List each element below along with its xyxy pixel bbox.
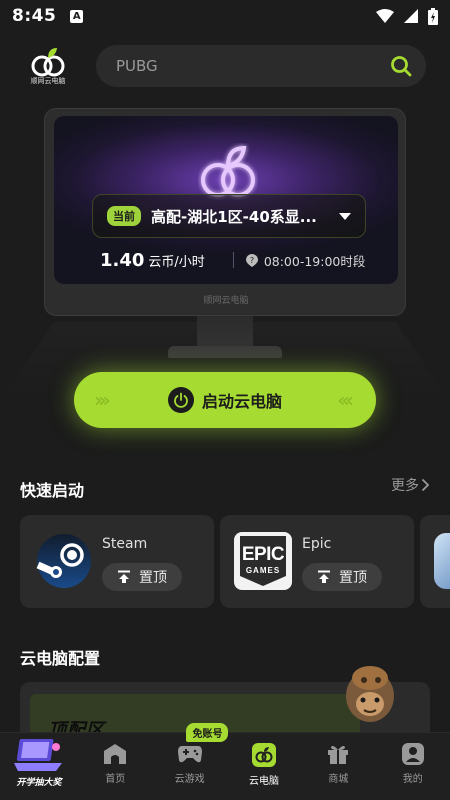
partial-app-icon xyxy=(434,533,450,589)
time-slot-text: 08:00-19:00时段 xyxy=(263,253,366,269)
pin-label: 置顶 xyxy=(139,570,167,586)
wifi-icon xyxy=(376,9,394,23)
tab-cloud-games[interactable]: 免账号 云游戏 xyxy=(152,723,229,800)
more-link[interactable]: 更多 xyxy=(391,475,430,495)
tab-label: 云游戏 xyxy=(174,774,205,785)
tab-cloud-pc[interactable]: 云电脑 xyxy=(227,733,301,800)
status-icons xyxy=(376,7,438,25)
pin-to-top-button[interactable]: 置顶 xyxy=(302,563,382,591)
cloud-pc-icon xyxy=(252,743,277,767)
status-bar: 8:45 A xyxy=(0,0,450,32)
promo-tab[interactable]: 开学抽大奖 xyxy=(0,733,78,800)
config-selector[interactable]: 当前 高配-湖北1区-40系显... xyxy=(92,194,366,238)
tab-label: 首页 xyxy=(105,774,126,785)
status-time: 8:45 xyxy=(12,6,57,26)
tab-home[interactable]: 首页 xyxy=(78,733,152,800)
promo-laptop-icon xyxy=(14,739,63,771)
pin-to-top-button[interactable]: 置顶 xyxy=(102,563,182,591)
location-pin-icon: ? xyxy=(245,253,258,267)
epic-logo-bottom: GAMES xyxy=(245,566,281,575)
shunwang-logo-icon xyxy=(31,48,65,77)
search-bar[interactable] xyxy=(96,45,426,87)
caret-down-icon xyxy=(339,212,351,220)
tab-store[interactable]: 商城 xyxy=(301,733,375,800)
tab-profile[interactable]: 我的 xyxy=(376,733,450,800)
search-input[interactable] xyxy=(116,57,390,75)
user-icon xyxy=(401,743,424,765)
pin-label: 置顶 xyxy=(339,570,367,586)
cloud-pc-monitor: 当前 高配-湖北1区-40系显... 1.40 云币/小时 ? 08:00-19… xyxy=(44,108,406,316)
battery-icon xyxy=(428,7,438,25)
price-value: 1.40 xyxy=(100,249,145,271)
monitor-stand xyxy=(197,316,253,350)
app-logo: 顺网云电脑 xyxy=(26,44,70,88)
home-icon xyxy=(104,744,127,764)
pin-top-icon xyxy=(118,570,130,583)
quick-app-card-steam[interactable]: Steam 置顶 xyxy=(20,515,214,608)
app-name-epic: Epic xyxy=(302,536,332,552)
power-icon xyxy=(167,387,194,413)
cloud-config-title: 云电脑配置 xyxy=(20,649,101,668)
divider xyxy=(232,252,234,268)
price-unit: 云币/小时 xyxy=(148,254,205,270)
monitor-brand: 顺网云电脑 xyxy=(203,296,249,306)
pin-top-icon xyxy=(318,570,330,583)
notification-a-icon: A xyxy=(70,9,84,23)
header: 顺网云电脑 xyxy=(0,44,450,90)
tab-label: 商城 xyxy=(328,774,349,785)
bottom-tab-bar: 开学抽大奖 首页 免账号 云游戏 云电脑 商城 我的 xyxy=(0,723,450,800)
current-badge: 当前 xyxy=(107,206,141,226)
more-label: 更多 xyxy=(391,478,419,494)
quick-launch-title: 快速启动 xyxy=(20,481,85,500)
chevron-right-icon: ››› xyxy=(94,388,111,412)
tab-label: 云电脑 xyxy=(249,776,280,787)
app-name-steam: Steam xyxy=(102,536,148,552)
promo-label: 开学抽大奖 xyxy=(16,778,62,788)
monkey-king-illustration xyxy=(346,666,394,722)
svg-text:?: ? xyxy=(250,256,254,265)
search-icon[interactable] xyxy=(390,55,412,77)
monitor-base xyxy=(168,346,282,358)
logo-text: 顺网云电脑 xyxy=(30,77,66,85)
tab-label: 我的 xyxy=(402,774,423,785)
chevron-right-icon xyxy=(421,478,430,492)
start-button-label: 启动云电脑 xyxy=(201,392,282,411)
steam-icon xyxy=(36,533,92,589)
monitor-screen: 当前 高配-湖北1区-40系显... 1.40 云币/小时 ? 08:00-19… xyxy=(54,116,398,284)
config-name: 高配-湖北1区-40系显... xyxy=(151,207,317,226)
quick-app-card-epic[interactable]: EPIC GAMES Epic 置顶 xyxy=(220,515,414,608)
price-row: 1.40 云币/小时 ? 08:00-19:00时段 xyxy=(100,248,370,272)
gift-icon xyxy=(328,746,349,764)
chevron-left-icon: ‹‹‹ xyxy=(337,388,354,412)
epic-games-icon: EPIC GAMES xyxy=(234,532,292,590)
epic-logo-top: EPIC xyxy=(241,544,285,565)
start-cloud-pc-button[interactable]: ››› ‹‹‹ 启动云电脑 xyxy=(74,372,376,428)
time-slot: ? 08:00-19:00时段 xyxy=(245,251,366,270)
quick-app-card-partial[interactable] xyxy=(420,515,450,608)
signal-icon xyxy=(404,9,418,23)
free-account-badge: 免账号 xyxy=(186,723,229,742)
gamepad-icon xyxy=(177,746,202,763)
